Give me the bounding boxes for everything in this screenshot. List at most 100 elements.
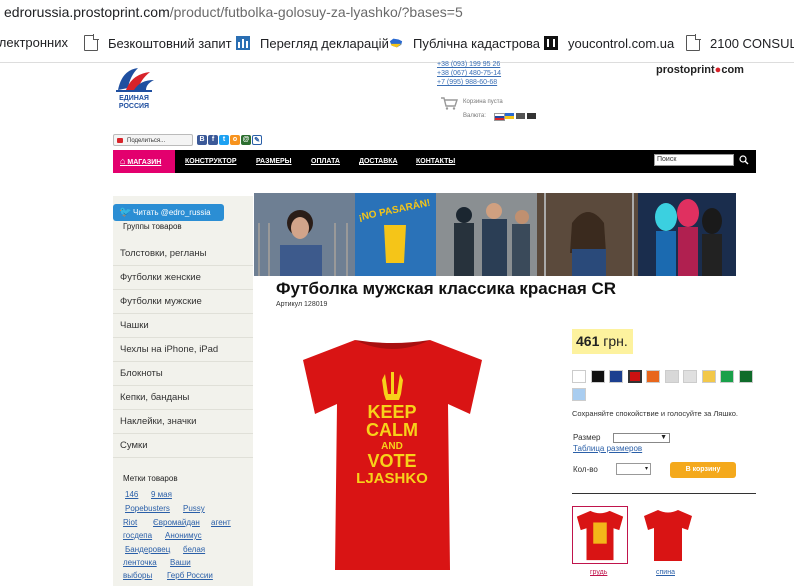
facebook-icon[interactable]: f bbox=[208, 135, 218, 145]
twitter-follow-button[interactable]: 🐦 Читать @edro_russia bbox=[113, 204, 224, 221]
bookmark-item[interactable]: електронних bbox=[0, 35, 68, 50]
svg-text:KEEP: KEEP bbox=[367, 402, 416, 422]
nav-item-sizes[interactable]: РАЗМЕРЫ bbox=[256, 150, 292, 173]
divider bbox=[572, 493, 756, 494]
edinaya-rossiya-logo[interactable]: ЕДИНАЯ РОССИЯ bbox=[112, 62, 156, 112]
color-swatch[interactable] bbox=[720, 370, 734, 383]
tag-link[interactable]: Popebusters bbox=[125, 504, 170, 513]
sidebar-item-stickers[interactable]: Наклейки, значки bbox=[113, 410, 253, 434]
tag-link[interactable]: ленточка bbox=[123, 558, 157, 567]
tag-link[interactable]: Євромайдан bbox=[153, 518, 200, 527]
brand-name: prostoprint bbox=[656, 64, 715, 76]
url-text[interactable]: edrorussia.prostoprint.com/product/futbo… bbox=[4, 4, 463, 20]
color-swatch[interactable] bbox=[627, 370, 642, 383]
tag-link[interactable]: Ваши bbox=[170, 558, 191, 567]
bookmark-item[interactable]: 2100 CONSULTA bbox=[686, 34, 794, 51]
color-swatch[interactable] bbox=[609, 370, 623, 383]
address-bar[interactable]: edrorussia.prostoprint.com/product/futbo… bbox=[0, 0, 794, 24]
sidebar-item-mugs[interactable]: Чашки bbox=[113, 314, 253, 338]
bookmark-item[interactable]: Публічна кадастрова bbox=[389, 35, 540, 51]
nav-item-constructor[interactable]: КОНСТРУКТОР bbox=[185, 150, 237, 173]
thumbnail-front[interactable] bbox=[572, 506, 628, 564]
color-swatch[interactable] bbox=[572, 370, 586, 383]
brand-suffix: com bbox=[721, 64, 744, 76]
main-nav: ⌂ МАГАЗИН КОНСТРУКТОР РАЗМЕРЫ ОПЛАТА ДОС… bbox=[113, 150, 756, 173]
sidebar-item-cases[interactable]: Чехлы на iPhone, iPad bbox=[113, 338, 253, 362]
chevron-down-icon: ▼ bbox=[660, 434, 667, 441]
price-currency: грн. bbox=[603, 333, 628, 349]
size-select[interactable]: ▼ bbox=[613, 433, 670, 443]
trident-icon bbox=[382, 372, 403, 400]
size-label: Размер bbox=[573, 433, 601, 442]
sidebar-item-womens-tshirts[interactable]: Футболки женские bbox=[113, 266, 253, 290]
youcontrol-icon bbox=[544, 36, 558, 50]
currency-usd-flag[interactable] bbox=[516, 113, 525, 119]
phone-link[interactable]: +7 (995) 988-60-68 bbox=[437, 79, 497, 86]
color-swatch[interactable] bbox=[646, 370, 660, 383]
mailru-icon[interactable]: @ bbox=[241, 135, 251, 145]
bookmark-item[interactable]: Безкоштовний запит bbox=[84, 34, 232, 51]
bookmarks-bar: електронних Безкоштовний запит Перегляд … bbox=[0, 24, 794, 63]
search-input[interactable]: Поиск bbox=[654, 154, 734, 166]
color-swatch[interactable] bbox=[572, 388, 586, 401]
color-swatch[interactable] bbox=[590, 370, 605, 383]
price-value: 461 bbox=[576, 333, 600, 349]
product-slogan: Сохраняйте спокойствие и голосуйте за Ля… bbox=[572, 409, 739, 418]
color-swatch[interactable] bbox=[683, 370, 697, 383]
prostoprint-brand[interactable]: prostoprint●com bbox=[656, 64, 744, 76]
livejournal-icon[interactable]: ✎ bbox=[252, 135, 262, 145]
add-to-cart-button[interactable]: В корзину bbox=[670, 462, 736, 478]
thumbnail-front-caption[interactable]: грудь bbox=[590, 569, 607, 576]
nav-item-delivery[interactable]: ДОСТАВКА bbox=[359, 150, 398, 173]
tag-link[interactable]: 146 bbox=[125, 490, 138, 499]
tag-link[interactable]: Pussy bbox=[183, 504, 205, 513]
share-icon bbox=[117, 138, 123, 143]
phone-link[interactable]: +38 (093) 199 95 26 bbox=[437, 61, 500, 68]
tag-link[interactable]: агент bbox=[211, 518, 231, 527]
tag-link[interactable]: Riot bbox=[123, 518, 137, 527]
tag-link[interactable]: выборы bbox=[123, 571, 152, 580]
sidebar-item-hoodies[interactable]: Толстовки, регланы bbox=[113, 242, 253, 266]
tag-link[interactable]: белая bbox=[183, 545, 205, 554]
search-icon[interactable] bbox=[739, 155, 749, 165]
currency-uah-flag[interactable] bbox=[505, 113, 514, 119]
thumbnail-back[interactable] bbox=[640, 506, 696, 564]
bookmark-label: Безкоштовний запит bbox=[108, 35, 232, 51]
color-swatch[interactable] bbox=[701, 370, 716, 383]
nav-item-payment[interactable]: ОПЛАТА bbox=[311, 150, 340, 173]
promo-banner[interactable]: ¡NO PASARÁN! bbox=[254, 193, 736, 276]
sidebar-item-bags[interactable]: Сумки bbox=[113, 434, 253, 458]
tag-link[interactable]: Бандеровец bbox=[125, 545, 170, 554]
quantity-input[interactable]: ▾ bbox=[616, 463, 651, 475]
vk-icon[interactable]: В bbox=[197, 135, 207, 145]
twitter-icon[interactable]: t bbox=[219, 135, 229, 145]
phone-link[interactable]: +38 (067) 480-75-14 bbox=[437, 70, 501, 77]
color-swatch[interactable] bbox=[738, 370, 753, 383]
size-table-link[interactable]: Таблица размеров bbox=[573, 444, 642, 453]
bookmark-item[interactable]: youcontrol.com.ua bbox=[544, 35, 674, 51]
currency-rub-flag[interactable] bbox=[494, 113, 505, 121]
color-swatch[interactable] bbox=[664, 370, 679, 383]
document-icon bbox=[686, 34, 701, 51]
svg-text:LJASHKO: LJASHKO bbox=[356, 470, 428, 487]
sidebar-item-mens-tshirts[interactable]: Футболки мужские bbox=[113, 290, 253, 314]
sidebar-item-caps[interactable]: Кепки, банданы bbox=[113, 386, 253, 410]
nav-item-contacts[interactable]: КОНТАКТЫ bbox=[416, 150, 455, 173]
share-button[interactable]: Поделиться... bbox=[113, 134, 193, 146]
nav-item-shop[interactable]: ⌂ МАГАЗИН bbox=[113, 150, 175, 173]
product-image[interactable]: KEEP CALM AND VOTE LJASHKO bbox=[300, 332, 485, 577]
sidebar-item-notebooks[interactable]: Блокноты bbox=[113, 362, 253, 386]
ukraine-map-icon bbox=[389, 38, 403, 48]
tag-link[interactable]: Анонимус bbox=[165, 531, 202, 540]
odnoklassniki-icon[interactable]: о bbox=[230, 135, 240, 145]
tag-link[interactable]: госдепа bbox=[123, 531, 152, 540]
bookmark-label: Публічна кадастрова bbox=[413, 35, 541, 51]
tag-link[interactable]: Герб России bbox=[167, 571, 213, 580]
cart-icon[interactable] bbox=[440, 96, 458, 110]
currency-eur-flag[interactable] bbox=[527, 113, 536, 119]
thumbnail-back-caption[interactable]: спина bbox=[656, 569, 675, 576]
currency-label: Валюта: bbox=[463, 113, 486, 119]
stepper-icon: ▾ bbox=[644, 466, 648, 472]
bookmark-item[interactable]: Перегляд декларацій bbox=[236, 35, 389, 51]
tag-link[interactable]: 9 мая bbox=[151, 490, 172, 499]
